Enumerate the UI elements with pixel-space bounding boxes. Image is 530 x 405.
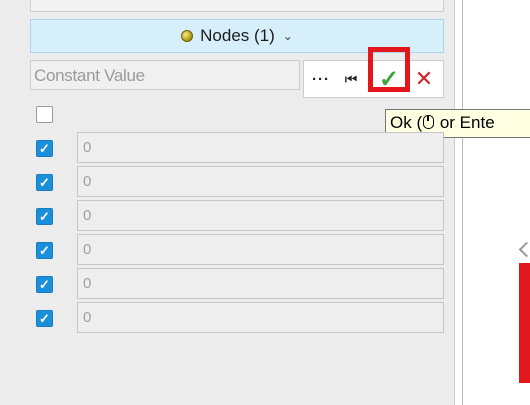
row-value-input[interactable]: 0 (77, 200, 444, 231)
viewport-arrow-icon (518, 241, 530, 258)
row-value-input[interactable]: 0 (77, 132, 444, 163)
check-icon: ✓ (39, 209, 50, 224)
mouse-icon (423, 115, 435, 129)
row-checkbox[interactable]: ✓ (36, 208, 53, 225)
ok-button-highlight (368, 47, 410, 92)
nodes-header-label: Nodes (1) (200, 26, 275, 45)
check-icon: ✓ (39, 277, 50, 292)
row-checkbox[interactable] (36, 106, 53, 123)
panel-splitter[interactable] (462, 0, 463, 405)
check-icon: ✓ (39, 175, 50, 190)
row-value-input[interactable]: 0 (77, 302, 444, 333)
tooltip-text-after: or Ente (435, 113, 495, 132)
row-checkbox[interactable]: ✓ (36, 174, 53, 191)
bullet-icon (181, 30, 194, 42)
more-icon[interactable]: ··· (308, 61, 334, 97)
tooltip-text-before: Ok ( (390, 113, 423, 132)
check-icon: ✓ (39, 311, 50, 326)
row-value-input[interactable]: 0 (77, 268, 444, 299)
row-checkbox[interactable]: ✓ (36, 242, 53, 259)
reset-icon[interactable]: ⏮ (340, 61, 362, 97)
panel-divider (454, 0, 455, 405)
row-value-input[interactable]: 0 (77, 166, 444, 197)
row-checkbox[interactable]: ✓ (36, 276, 53, 293)
constant-value-input[interactable]: Constant Value (30, 60, 300, 90)
chevron-down-icon[interactable]: ⌄ (283, 29, 293, 43)
previous-section-bottom (30, 0, 444, 12)
row-checkbox[interactable]: ✓ (36, 140, 53, 157)
check-icon: ✓ (39, 243, 50, 258)
viewport-highlight-edge (519, 263, 530, 383)
close-icon[interactable]: ✕ (412, 61, 436, 97)
row-value-input[interactable]: 0 (77, 234, 444, 265)
row-checkbox[interactable]: ✓ (36, 310, 53, 327)
check-icon: ✓ (39, 141, 50, 156)
